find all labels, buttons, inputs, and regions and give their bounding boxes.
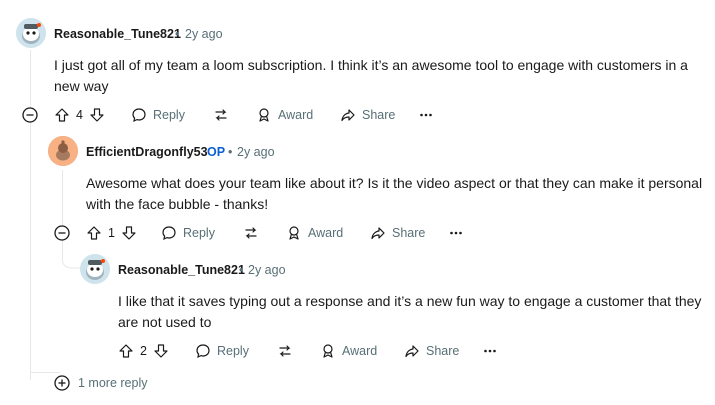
- comment-body: I like that it saves typing out a respon…: [118, 293, 702, 330]
- separator-dot: •: [239, 263, 244, 277]
- comment-username[interactable]: Reasonable_Tune821: [54, 27, 181, 41]
- upvote-icon[interactable]: [86, 225, 102, 241]
- award-icon: [323, 344, 333, 358]
- comment-timestamp[interactable]: 2y ago: [185, 27, 223, 41]
- avatar[interactable]: [80, 254, 110, 284]
- ellipsis-icon: [420, 113, 432, 117]
- share-label: Share: [392, 226, 426, 240]
- award-icon: [289, 226, 299, 240]
- comment-body: I just got all of my team a loom subscri…: [54, 57, 688, 94]
- minus-circle-icon: [22, 107, 38, 123]
- snoo-avatar-icon: [16, 18, 46, 48]
- reply-button[interactable]: Reply: [161, 225, 215, 241]
- comment-timestamp[interactable]: 2y ago: [237, 145, 275, 159]
- more-options-button[interactable]: [483, 343, 497, 359]
- award-button[interactable]: Award: [286, 225, 343, 241]
- award-icon: [259, 108, 269, 122]
- share-icon: [405, 345, 419, 358]
- reply-label: Reply: [183, 226, 215, 240]
- share-button[interactable]: Share: [404, 343, 459, 359]
- comment-bubble-icon: [132, 108, 146, 123]
- comment-body: Awesome what does your team like about i…: [86, 175, 703, 212]
- vote-count: 1: [108, 226, 115, 240]
- avatar[interactable]: [16, 18, 46, 48]
- collapse-thread-button[interactable]: [22, 107, 38, 123]
- default-snoo-icon: [48, 136, 78, 166]
- vote-bar: 1: [86, 225, 137, 241]
- comment-bubble-icon: [162, 226, 176, 241]
- collapse-thread-button[interactable]: [54, 225, 70, 241]
- crosspost-icon: [279, 345, 291, 357]
- award-label: Award: [278, 108, 314, 122]
- share-button[interactable]: Share: [340, 107, 395, 123]
- vote-bar: 4: [54, 107, 105, 123]
- crosspost-icon: [215, 109, 227, 121]
- downvote-icon[interactable]: [89, 107, 105, 123]
- op-badge: OP: [207, 145, 226, 159]
- more-replies-button[interactable]: 1 more reply: [54, 375, 147, 391]
- share-icon: [371, 227, 385, 240]
- comment-bubble-icon: [196, 344, 210, 359]
- crosspost-button[interactable]: [212, 107, 230, 123]
- separator-dot: •: [175, 27, 180, 41]
- crosspost-icon: [245, 227, 257, 239]
- ellipsis-icon: [450, 231, 462, 235]
- separator-dot: •: [228, 145, 233, 159]
- thread-line-reply: [62, 170, 63, 258]
- minus-circle-icon: [54, 225, 70, 241]
- snoo-avatar-icon: [80, 254, 110, 284]
- avatar[interactable]: [48, 136, 78, 166]
- downvote-icon[interactable]: [153, 343, 169, 359]
- share-label: Share: [426, 344, 460, 358]
- reply-button[interactable]: Reply: [131, 107, 185, 123]
- reply-label: Reply: [153, 108, 185, 122]
- more-options-button[interactable]: [449, 225, 463, 241]
- upvote-icon[interactable]: [54, 107, 70, 123]
- award-label: Award: [308, 226, 344, 240]
- vote-count: 2: [140, 344, 147, 358]
- upvote-icon[interactable]: [118, 343, 134, 359]
- downvote-icon[interactable]: [121, 225, 137, 241]
- comment-timestamp[interactable]: 2y ago: [248, 263, 286, 277]
- share-label: Share: [362, 108, 396, 122]
- reply-button[interactable]: Reply: [195, 343, 249, 359]
- reply-label: Reply: [217, 344, 249, 358]
- thread-line-root: [30, 50, 31, 380]
- vote-count: 4: [76, 108, 83, 122]
- comment-username[interactable]: EfficientDragonfly53: [86, 145, 208, 159]
- award-button[interactable]: Award: [320, 343, 377, 359]
- more-options-button[interactable]: [419, 107, 433, 123]
- award-label: Award: [342, 344, 378, 358]
- thread-line-connector: [30, 372, 60, 373]
- share-button[interactable]: Share: [370, 225, 425, 241]
- crosspost-button[interactable]: [276, 343, 294, 359]
- comment-username[interactable]: Reasonable_Tune821: [118, 263, 245, 277]
- share-icon: [341, 109, 355, 122]
- award-button[interactable]: Award: [256, 107, 313, 123]
- vote-bar: 2: [118, 343, 169, 359]
- ellipsis-icon: [484, 349, 496, 353]
- more-replies-label: 1 more reply: [78, 376, 148, 390]
- crosspost-button[interactable]: [242, 225, 260, 241]
- plus-circle-icon: [54, 375, 70, 391]
